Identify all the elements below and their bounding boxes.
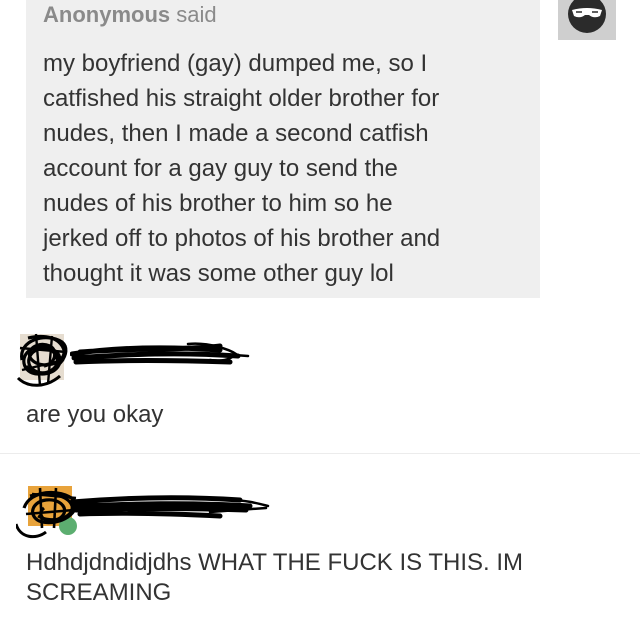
reply-text: are you okay <box>26 400 163 430</box>
ask-line: nudes, then I made a second catfish <box>43 120 429 147</box>
ask-line: jerked off to photos of his brother and <box>43 225 441 252</box>
ask-header: Anonymous said <box>43 2 217 28</box>
scribbled-avatar-icon <box>16 333 68 387</box>
reply-item: Hdhdjdndidjdhs WHAT THE FUCK IS THIS. IM… <box>0 470 640 634</box>
ask-line: thought it was some other guy lol <box>43 260 394 287</box>
redaction-scribble <box>69 342 250 365</box>
reply-avatar[interactable] <box>16 330 68 387</box>
anonymous-avatar[interactable] <box>558 0 616 40</box>
username-redacted[interactable] <box>69 492 270 520</box>
reply-line: SCREAMING <box>26 579 172 606</box>
redaction-scribble <box>69 495 270 519</box>
reply-text: Hdhdjdndidjdhs WHAT THE FUCK IS THIS. IM… <box>26 548 606 608</box>
ask-line: my boyfriend (gay) dumped me, so I <box>43 50 428 77</box>
ask-question: my boyfriend (gay) dumped me, so I catfi… <box>43 46 533 291</box>
username-redacted[interactable] <box>69 340 250 368</box>
reply-avatar[interactable] <box>14 482 78 539</box>
ask-line: nudes of his brother to him so he <box>43 190 393 217</box>
ask-line: catfished his straight older brother for <box>43 85 440 112</box>
sunglasses-face-icon <box>558 0 616 40</box>
reply-item: are you okay <box>0 318 640 453</box>
ask-line: account for a gay guy to send the <box>43 155 398 182</box>
divider <box>0 453 640 454</box>
reply-line: are you okay <box>26 401 164 428</box>
ask-card: Anonymous said my boyfriend (gay) dumped… <box>26 0 540 298</box>
ask-verb: said <box>176 2 217 27</box>
asker-name: Anonymous <box>43 2 171 27</box>
reply-line: Hdhdjdndidjdhs WHAT THE FUCK IS THIS. IM <box>26 549 524 576</box>
